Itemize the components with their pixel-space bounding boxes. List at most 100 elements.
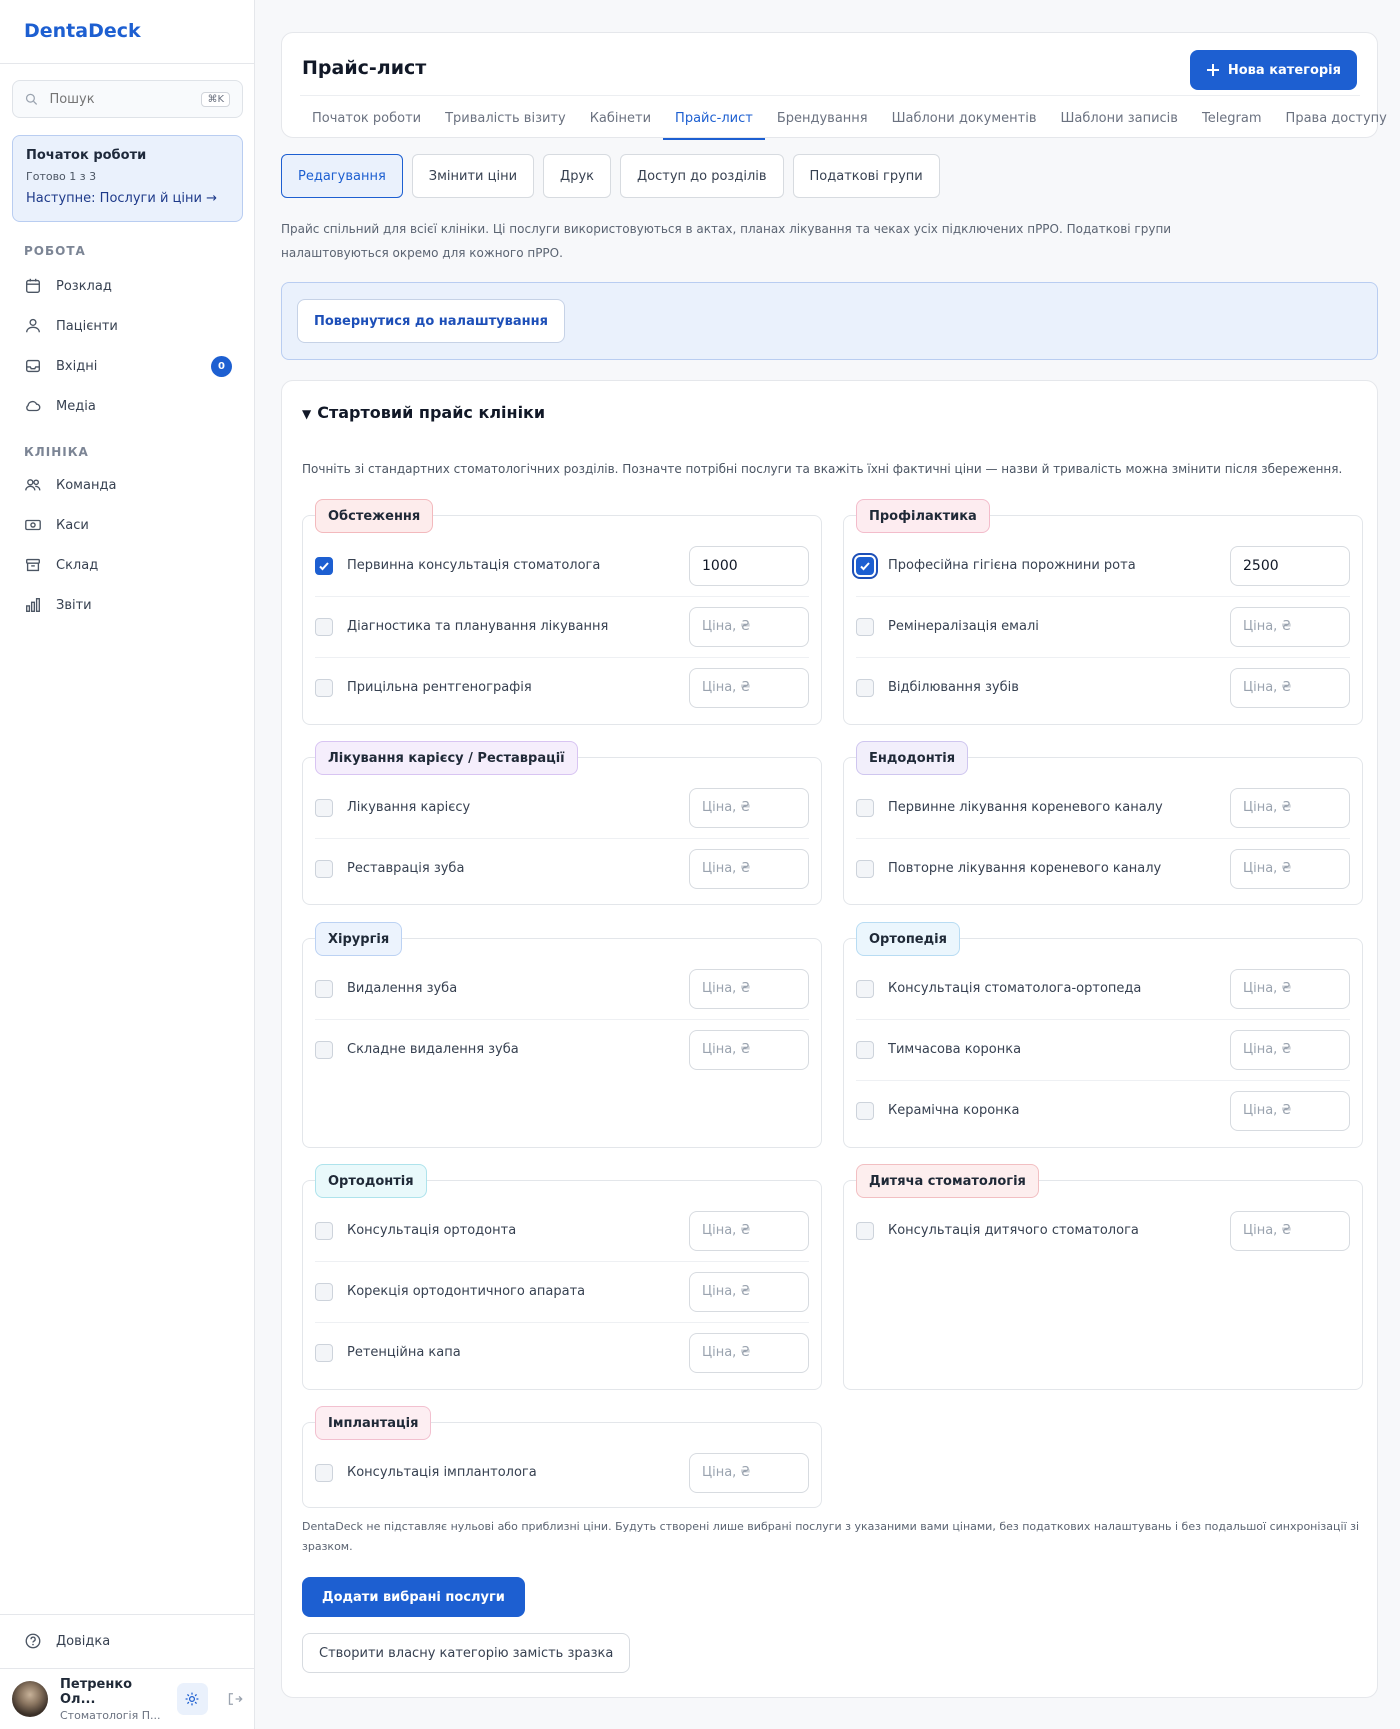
create-own-category-button[interactable]: Створити власну категорію замість зразка bbox=[302, 1633, 631, 1673]
nav-item-schedule[interactable]: Розклад bbox=[24, 272, 232, 300]
subtab-3[interactable]: Доступ до розділів bbox=[620, 154, 784, 198]
price-input[interactable]: Ціна, ₴ bbox=[1230, 848, 1350, 889]
service-checkbox[interactable] bbox=[856, 1221, 874, 1240]
nav-item-cash[interactable]: Каси bbox=[24, 511, 232, 539]
price-input[interactable]: Ціна, ₴ bbox=[689, 787, 809, 828]
price-input[interactable]: Ціна, ₴ bbox=[1230, 667, 1350, 708]
nav-item-reports[interactable]: Звіти bbox=[24, 591, 232, 619]
price-input[interactable]: Ціна, ₴ bbox=[1230, 606, 1350, 647]
service-checkbox[interactable] bbox=[856, 798, 874, 817]
service-checkbox[interactable] bbox=[315, 1221, 333, 1240]
nav-item-team[interactable]: Команда bbox=[24, 471, 232, 499]
category-card: Профілактика Професійна гігієна порожнини… bbox=[843, 499, 1363, 725]
tab-1[interactable]: Тривалість візиту bbox=[433, 96, 578, 140]
avatar[interactable] bbox=[12, 1681, 48, 1717]
service-checkbox[interactable] bbox=[315, 678, 333, 697]
service-checkbox[interactable] bbox=[315, 617, 333, 636]
back-to-setup-button[interactable]: Повернутися до налаштування bbox=[297, 299, 565, 343]
service-row: Професійна гігієна порожнини рота 2500 bbox=[856, 535, 1350, 596]
tab-2[interactable]: Кабінети bbox=[578, 96, 663, 140]
service-name: Видалення зуба bbox=[347, 981, 458, 996]
user-profile[interactable]: Петренко Ол... Стоматологія П... bbox=[12, 1677, 243, 1722]
service-checkbox[interactable] bbox=[856, 617, 874, 636]
service-row: Корекція ортодонтичного апарата Ціна, ₴ bbox=[315, 1261, 809, 1322]
nav-item-help[interactable]: Довідка bbox=[24, 1627, 232, 1655]
service-checkbox[interactable] bbox=[856, 556, 874, 575]
settings-button[interactable] bbox=[176, 1683, 208, 1715]
starter-toggle[interactable]: ▼ Стартовий прайс клініки bbox=[302, 403, 545, 422]
service-checkbox[interactable] bbox=[856, 979, 874, 998]
price-input[interactable]: 1000 bbox=[689, 545, 809, 586]
service-checkbox[interactable] bbox=[315, 859, 333, 878]
service-checkbox[interactable] bbox=[315, 979, 333, 998]
price-input[interactable]: Ціна, ₴ bbox=[689, 968, 809, 1009]
starter-footnote: DentaDeck не підставляє нульові або приб… bbox=[302, 1520, 1360, 1553]
bar-chart-icon bbox=[26, 598, 40, 612]
subtab-0[interactable]: Редагування bbox=[281, 154, 403, 198]
tab-5[interactable]: Шаблони документів bbox=[880, 96, 1049, 140]
subtab-2[interactable]: Друк bbox=[543, 154, 611, 198]
price-input[interactable]: 2500 bbox=[1230, 545, 1350, 586]
price-input[interactable]: Ціна, ₴ bbox=[689, 1271, 809, 1312]
service-checkbox[interactable] bbox=[315, 798, 333, 817]
settings-tabs: Початок роботи Тривалість візиту Кабінети П… bbox=[300, 95, 1387, 140]
price-input[interactable]: Ціна, ₴ bbox=[689, 1452, 809, 1493]
category-card: Хірургія Видалення зуба Ціна, ₴ Складне вид… bbox=[302, 922, 822, 1148]
nav-item-warehouse[interactable]: Склад bbox=[24, 551, 232, 579]
onboarding-next-link[interactable]: Наступне: Послуги й ціни → bbox=[26, 191, 229, 206]
tab-0[interactable]: Початок роботи bbox=[300, 96, 433, 140]
tab-3[interactable]: Прайс-лист bbox=[663, 96, 765, 140]
new-category-button[interactable]: Нова категорія bbox=[1189, 50, 1357, 90]
service-row: Консультація ортодонта Ціна, ₴ bbox=[315, 1200, 809, 1261]
onboarding-title: Початок роботи bbox=[26, 148, 147, 163]
price-input[interactable]: Ціна, ₴ bbox=[689, 1332, 809, 1373]
service-checkbox[interactable] bbox=[315, 1282, 333, 1301]
price-input[interactable]: Ціна, ₴ bbox=[1230, 787, 1350, 828]
service-row: Діагностика та планування лікування Ціна,… bbox=[315, 596, 809, 657]
nav-label: Розклад bbox=[56, 278, 112, 294]
nav-label: Склад bbox=[56, 557, 99, 573]
price-input[interactable]: Ціна, ₴ bbox=[689, 1029, 809, 1070]
price-input[interactable]: Ціна, ₴ bbox=[689, 606, 809, 647]
service-checkbox[interactable] bbox=[315, 1040, 333, 1059]
users-icon bbox=[26, 318, 40, 333]
tab-7[interactable]: Telegram bbox=[1190, 96, 1274, 140]
price-input[interactable]: Ціна, ₴ bbox=[1230, 1090, 1350, 1131]
price-input[interactable]: Ціна, ₴ bbox=[689, 1210, 809, 1251]
category-title: Дитяча стоматологія bbox=[856, 1164, 1039, 1198]
nav-item-inbox[interactable]: Вхідні 0 bbox=[24, 352, 232, 380]
app-logo[interactable]: DentaDeck bbox=[24, 20, 141, 42]
service-checkbox[interactable] bbox=[856, 678, 874, 697]
price-input[interactable]: Ціна, ₴ bbox=[1230, 1210, 1350, 1251]
tab-4[interactable]: Брендування bbox=[765, 96, 880, 140]
service-checkbox[interactable] bbox=[856, 1101, 874, 1120]
calendar-icon bbox=[26, 278, 40, 293]
onboarding-card[interactable]: Початок роботи Готово 1 з 3 Наступне: По… bbox=[12, 135, 243, 222]
service-row: Повторне лікування кореневого каналу Ціна… bbox=[856, 838, 1350, 899]
price-input[interactable]: Ціна, ₴ bbox=[689, 848, 809, 889]
subtab-4[interactable]: Податкові групи bbox=[792, 154, 940, 198]
logout-icon[interactable] bbox=[226, 1690, 243, 1708]
service-checkbox[interactable] bbox=[856, 1040, 874, 1059]
search-input[interactable] bbox=[49, 91, 190, 107]
price-input[interactable]: Ціна, ₴ bbox=[1230, 968, 1350, 1009]
service-name: Консультація стоматолога-ортопеда bbox=[888, 981, 1142, 996]
nav-item-media[interactable]: Медіа bbox=[24, 392, 232, 420]
tab-6[interactable]: Шаблони записів bbox=[1048, 96, 1189, 140]
service-name: Консультація імплантолога bbox=[347, 1465, 537, 1480]
checkmark-icon bbox=[860, 561, 870, 570]
add-selected-services-button[interactable]: Додати вибрані послуги bbox=[302, 1577, 525, 1617]
category-card: Обстеження Первинна консультація стоматол… bbox=[302, 499, 822, 725]
service-checkbox[interactable] bbox=[315, 1343, 333, 1362]
nav-item-patients[interactable]: Пацієнти bbox=[24, 312, 232, 340]
search-box[interactable]: ⌘K bbox=[12, 80, 243, 118]
price-input[interactable]: Ціна, ₴ bbox=[1230, 1029, 1350, 1070]
service-checkbox[interactable] bbox=[315, 556, 333, 575]
service-checkbox[interactable] bbox=[856, 859, 874, 878]
inbox-count-badge: 0 bbox=[211, 355, 232, 377]
nav-label: Каси bbox=[56, 517, 89, 533]
service-checkbox[interactable] bbox=[315, 1463, 333, 1482]
tab-8[interactable]: Права доступу bbox=[1274, 96, 1399, 140]
subtab-1[interactable]: Змінити ціни bbox=[411, 154, 535, 198]
price-input[interactable]: Ціна, ₴ bbox=[689, 667, 809, 708]
